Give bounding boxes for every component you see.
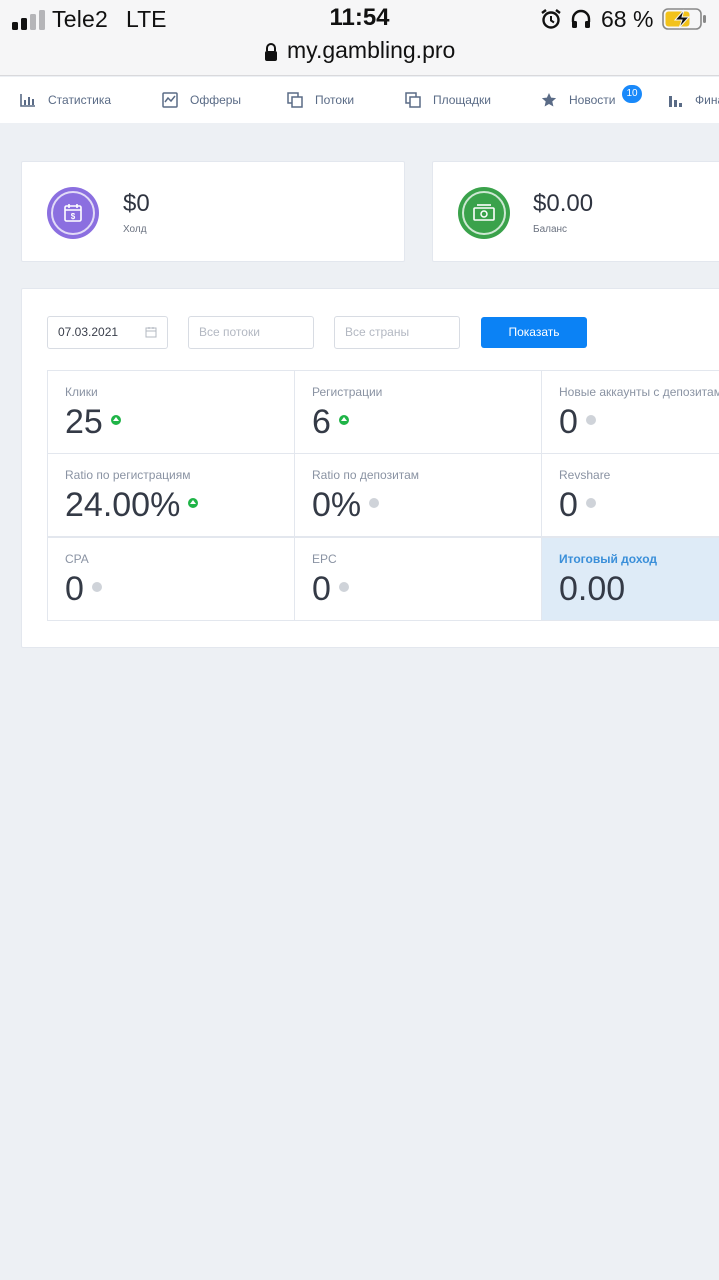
metric-value: 0 (312, 570, 349, 609)
bar-chart-icon (20, 94, 35, 107)
trend-up-icon (110, 415, 121, 426)
metric-registrations: Регистрации 6 (294, 370, 542, 454)
hold-card: $ $0 Холд (21, 161, 405, 262)
metric-number: 6 (312, 403, 331, 441)
trend-up-icon (188, 498, 199, 509)
metric-epc: EPC 0 (294, 537, 542, 621)
svg-text:$: $ (71, 212, 76, 221)
calendar-icon (145, 327, 157, 338)
battery-percent: 68 % (601, 6, 654, 32)
metric-value: 0 (65, 570, 102, 609)
metric-label: CPA (65, 552, 89, 566)
star-icon (541, 93, 557, 107)
nav-item-news[interactable]: Новости (541, 89, 615, 111)
trend-neutral-icon (369, 498, 380, 509)
metric-label: Итоговый доход (559, 552, 657, 566)
metric-value: 0 (559, 486, 596, 525)
metric-value: 0% (312, 486, 380, 525)
nav-item-label: Фина (695, 93, 719, 107)
nav-item-label: Статистика (48, 93, 112, 107)
countries-placeholder: Все страны (345, 325, 410, 339)
metric-number: 25 (65, 403, 103, 441)
date-field[interactable]: 07.03.2021 (47, 316, 168, 349)
nav-item-label: Новости (569, 93, 616, 107)
trend-neutral-icon (91, 582, 102, 593)
metric-label: Ratio по депозитам (312, 468, 420, 482)
metric-number: 0% (312, 486, 362, 524)
streams-placeholder: Все потоки (199, 325, 260, 339)
countries-select[interactable]: Все страны (334, 316, 460, 349)
trend-neutral-icon (338, 582, 349, 593)
metric-clicks: Клики 25 (47, 370, 295, 454)
balance-card: $0.00 Баланс (432, 161, 719, 262)
nav-item-platforms[interactable]: Площадки (405, 89, 491, 111)
hold-label: Холд (123, 224, 147, 235)
battery-charging-icon (662, 8, 706, 30)
nav-item-streams[interactable]: Потоки (287, 89, 354, 111)
balance-value: $0.00 (533, 190, 594, 217)
nav-item-label: Потоки (315, 93, 355, 107)
metric-value: 6 (312, 403, 349, 442)
metric-value: 0 (559, 403, 596, 442)
metric-cpa: CPA 0 (47, 537, 295, 621)
nav-item-offers[interactable]: Офферы (162, 89, 241, 111)
url-bar[interactable]: my.gambling.pro (287, 37, 455, 64)
headphones-icon (571, 9, 591, 28)
metric-number: 0 (65, 570, 84, 608)
top-nav: Статистика Офферы Потоки Площадки Новост… (0, 77, 719, 123)
bar-chart-icon (669, 96, 682, 107)
metric-number: 0.00 (559, 570, 626, 608)
metric-number: 0 (559, 403, 578, 441)
metric-new-deposit-accounts: Новые аккаунты с депозитам 0 (541, 370, 719, 454)
hold-value: $0 (123, 190, 150, 217)
nav-item-finance[interactable]: Фина (667, 89, 719, 111)
metric-revshare: Revshare 0 (541, 453, 719, 537)
metric-label: Revshare (559, 468, 611, 482)
banknote-icon (458, 187, 510, 239)
copy-icon (405, 92, 421, 108)
copy-icon (287, 92, 303, 108)
lock-icon (265, 43, 277, 61)
show-button[interactable]: Показать (481, 317, 587, 348)
trend-up-icon (338, 415, 349, 426)
metric-value: 0.00 (559, 570, 625, 609)
metric-total-income: Итоговый доход 0.00 (541, 537, 719, 621)
trend-box-icon (162, 92, 178, 108)
metric-number: 0 (312, 570, 331, 608)
metric-value: 25 (65, 403, 121, 442)
status-bar: Tele2 LTE 11:54 68 % my.gambling.pro (0, 0, 719, 76)
metric-label: Ratio по регистрациям (65, 468, 191, 482)
metric-registration-ratio: Ratio по регистрациям 24.00% (47, 453, 295, 537)
alarm-icon (541, 9, 561, 29)
metric-label: Регистрации (312, 385, 383, 399)
metric-value: 24.00% (65, 486, 199, 525)
trend-neutral-icon (585, 498, 596, 509)
nav-item-label: Офферы (190, 93, 242, 107)
metric-deposit-ratio: Ratio по депозитам 0% (294, 453, 542, 537)
calendar-dollar-icon: $ (47, 187, 99, 239)
metric-label: Новые аккаунты с депозитам (559, 385, 719, 399)
streams-select[interactable]: Все потоки (188, 316, 314, 349)
nav-item-statistics[interactable]: Статистика (20, 89, 111, 111)
date-value: 07.03.2021 (58, 325, 119, 339)
trend-neutral-icon (585, 415, 596, 426)
metric-number: 24.00% (65, 486, 181, 524)
metric-number: 0 (559, 486, 578, 524)
balance-label: Баланс (533, 224, 568, 235)
nav-item-label: Площадки (433, 93, 491, 107)
metric-label: Клики (65, 385, 98, 399)
metric-label: EPC (312, 552, 337, 566)
news-count-badge: 10 (622, 85, 642, 103)
